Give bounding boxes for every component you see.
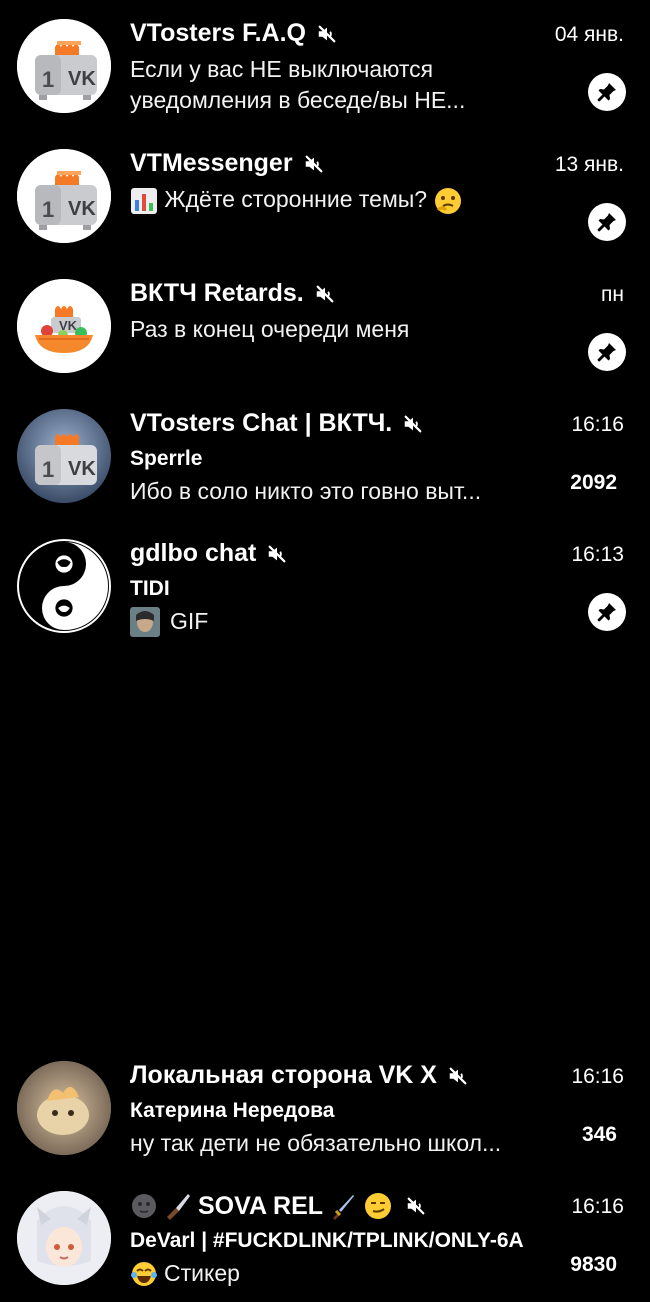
- chat-date: пн: [601, 283, 624, 306]
- chat-item-vtosters-chat[interactable]: 1 VK VTosters Chat | ВКТЧ. 16:16 Sperrle…: [0, 390, 650, 520]
- unread-count-badge: 2092: [570, 471, 617, 494]
- fire-blob-icon: [17, 1061, 111, 1155]
- chat-preview-text: ну так дети не обязательно школ...: [130, 1130, 502, 1156]
- speaker-muted-icon: [316, 23, 338, 45]
- anime-girl-icon: [17, 1191, 111, 1285]
- yin-yang-troll-icon: [19, 541, 109, 631]
- chat-preview-text: Ждёте сторонние темы?: [164, 186, 428, 212]
- vk-toaster-logo-icon: [17, 19, 111, 113]
- speaker-muted-icon: [314, 283, 336, 305]
- chat-preview-text: GIF: [170, 608, 209, 634]
- chat-date: 16:13: [571, 543, 624, 566]
- chat-preview: Ибо в соло никто это говно выт...: [130, 476, 550, 507]
- chat-preview-line: Если у вас НЕ выключаются: [130, 56, 434, 82]
- chat-item-vtosters-faq[interactable]: VTosters F.A.Q 04 янв. Если у вас НЕ вык…: [0, 0, 650, 130]
- unread-count-badge: 9830: [570, 1253, 617, 1276]
- chat-item-vtmessenger[interactable]: VTMessenger 13 янв. Ждёте сторонние темы…: [0, 130, 650, 260]
- chat-item-sova-rel[interactable]: SOVA REL 16:16 DeVarl | #FUCKDLINK/TPLIN…: [0, 1172, 650, 1302]
- chat-title: ВКТЧ Retards.: [130, 279, 304, 307]
- bar-chart-emoji-icon: [131, 187, 157, 214]
- speaker-muted-icon: [402, 413, 424, 435]
- unread-count-badge: 346: [581, 1123, 617, 1146]
- speaker-muted-icon: [405, 1195, 427, 1217]
- chat-title: gdlbo chat: [130, 539, 257, 567]
- chat-date: 16:16: [571, 413, 624, 436]
- chat-date: 13 янв.: [554, 153, 624, 176]
- chat-preview: Ждёте сторонние темы?: [130, 184, 550, 216]
- chat-date: 16:16: [571, 1195, 624, 1218]
- chat-preview-text: Ибо в соло никто это говно выт...: [130, 478, 482, 504]
- chat-title: VTosters Chat | ВКТЧ.: [130, 409, 393, 437]
- chat-avatar: [17, 19, 111, 113]
- vk-toaster-logo-icon: [17, 149, 111, 243]
- dark-moon-face-emoji-icon: [132, 1194, 156, 1218]
- chat-preview: Стикер: [130, 1258, 550, 1289]
- chat-sender: DeVarl | #FUCKDLINK/TPLINK/ONLY-6A: [130, 1229, 524, 1252]
- pin-icon: [588, 593, 626, 631]
- chat-item-local-vkx[interactable]: Локальная сторона VK X 16:16 Катерина Не…: [0, 1042, 650, 1172]
- chat-title: VTosters F.A.Q: [130, 19, 306, 47]
- chat-avatar: 1 VK: [17, 409, 111, 503]
- chat-sender: Катерина Нередова: [130, 1099, 335, 1122]
- chat-title: VTMessenger: [130, 149, 293, 177]
- chat-sender: Sperrle: [130, 447, 203, 470]
- chat-sender: TIDI: [130, 577, 170, 600]
- thinking-face-emoji-icon: [435, 187, 462, 214]
- dagger-emoji-icon: [333, 1195, 355, 1220]
- pin-icon: [588, 203, 626, 241]
- gif-thumbnail-icon: [130, 606, 160, 637]
- chat-preview-text: Стикер: [164, 1260, 240, 1286]
- chat-title: SOVA REL: [198, 1191, 324, 1220]
- chat-avatar: [17, 539, 111, 633]
- pin-icon: [588, 333, 626, 371]
- knife-emoji-icon: [167, 1194, 190, 1220]
- chat-preview: Раз в конец очереди меня: [130, 314, 550, 345]
- speaker-muted-icon: [266, 543, 288, 565]
- chat-date: 04 янв.: [554, 23, 624, 46]
- speaker-muted-icon: [303, 153, 325, 175]
- pin-icon: [588, 73, 626, 111]
- chat-avatar: [17, 149, 111, 243]
- chat-preview: Если у вас НЕ выключаются уведомления в …: [130, 54, 550, 116]
- svg-text:1: 1: [42, 457, 54, 482]
- chat-avatar: VK: [17, 279, 111, 373]
- chat-preview-line: уведомления в беседе/вы НЕ...: [130, 87, 466, 113]
- chat-preview-text: Раз в конец очереди меня: [130, 316, 410, 342]
- chat-item-gdlbo-chat[interactable]: gdlbo chat 16:13 TIDI GIF: [0, 520, 650, 650]
- speaker-muted-icon: [447, 1065, 469, 1087]
- chat-date: 16:16: [571, 1065, 624, 1088]
- chat-avatar: [17, 1061, 111, 1155]
- vk-toaster-logo-icon: 1 VK: [17, 409, 111, 503]
- chat-title: Локальная сторона VK X: [130, 1061, 437, 1089]
- chat-preview: ну так дети не обязательно школ...: [130, 1128, 550, 1159]
- svg-text:VK: VK: [68, 458, 96, 480]
- salad-bowl-vk-icon: VK: [17, 279, 111, 373]
- laughing-tears-emoji-icon: [131, 1261, 157, 1286]
- chat-preview: GIF: [130, 606, 550, 637]
- smirking-face-emoji-icon: [365, 1193, 392, 1219]
- chat-item-vktch-retards[interactable]: VK ВКТЧ Retards. пн Раз в конец очереди …: [0, 260, 650, 390]
- chat-avatar: [17, 1191, 111, 1285]
